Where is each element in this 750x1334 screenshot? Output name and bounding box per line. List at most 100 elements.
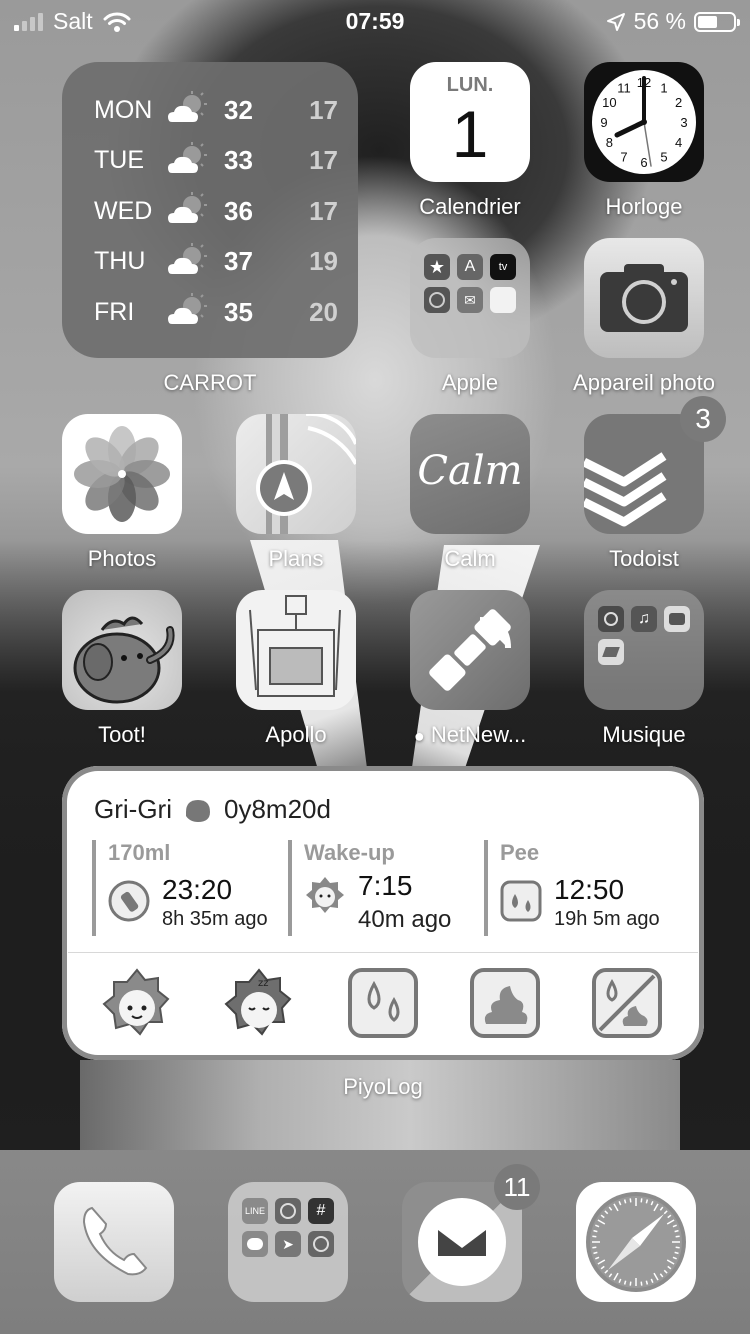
weather-low: 17 [309, 94, 338, 125]
entry-ago: 8h 35m ago [162, 908, 268, 930]
calm-app-icon[interactable]: Calm [410, 414, 530, 534]
weather-high: 37 [224, 246, 253, 276]
music-folder-label: Musique [602, 722, 686, 747]
entry-ago: 19h 5m ago [554, 908, 660, 930]
partly-cloudy-icon [166, 191, 224, 231]
camera-icon [600, 264, 688, 332]
maps-app-icon[interactable] [236, 414, 356, 534]
weather-low: 20 [309, 296, 338, 327]
satellite-icon [429, 609, 511, 691]
partly-cloudy-icon [166, 242, 224, 282]
photos-flower-icon [74, 426, 170, 522]
weather-day-row: THU 37 19 [94, 242, 338, 282]
apollo-app-icon[interactable] [236, 590, 356, 710]
music-folder-icon[interactable]: ♫ [584, 590, 704, 710]
toot-app-icon[interactable] [62, 590, 182, 710]
weather-day: THU [94, 247, 146, 275]
clock-numeral: 1 [660, 80, 667, 95]
clock-label: Horloge [605, 194, 683, 219]
partly-cloudy-icon [166, 141, 224, 181]
clock-numeral: 2 [675, 95, 682, 110]
phone-app-icon[interactable] [54, 1182, 174, 1302]
weather-widget[interactable]: MON 32 17 TUE 33 17 WED 36 17 THU 37 19 FRI 35 20 [62, 62, 358, 358]
pee-entry[interactable]: Pee 12:50 19h 5m ago [484, 840, 690, 936]
clock-numeral: 9 [600, 115, 607, 130]
piyolog-header: Gri-Gri 0y8m20d [94, 794, 331, 825]
calendar-label: Calendrier [419, 194, 521, 219]
weather-day: WED [94, 196, 153, 225]
toot-label: Toot! [98, 722, 146, 747]
chick-icon [185, 799, 210, 822]
clock-numeral: 8 [606, 135, 613, 150]
safari-app-icon[interactable] [576, 1182, 696, 1302]
maps-label: Plans [268, 546, 324, 571]
new-item-dot: ● [413, 726, 425, 746]
weather-low: 19 [309, 246, 338, 276]
compass-icon [586, 1192, 686, 1292]
camera-label: Appareil photo [573, 370, 715, 395]
clock-numeral: 6 [640, 155, 647, 170]
status-bar: Salt 07:59 56 % [0, 0, 750, 40]
apollo-sketch-icon [249, 595, 341, 697]
messages-icon [242, 1231, 268, 1257]
partly-cloudy-icon [166, 90, 224, 130]
music-note-icon: ♫ [631, 606, 657, 632]
netnewswire-label-text: NetNew... [430, 722, 527, 747]
apple-folder-icon[interactable]: ★ A tv ✉ [410, 238, 530, 358]
apollo-label: Apollo [265, 722, 327, 747]
notes-icon [490, 287, 516, 313]
telegram-icon: ➤ [275, 1231, 301, 1257]
todoist-label: Todoist [609, 546, 679, 571]
partly-cloudy-icon [166, 292, 224, 332]
battery-icon [694, 11, 740, 32]
netnewswire-app-icon[interactable] [410, 590, 530, 710]
weather-day: TUE [94, 146, 144, 174]
clock-numeral: 11 [617, 80, 631, 95]
line-icon: LINE [242, 1198, 268, 1224]
clock-numeral: 5 [660, 150, 667, 165]
weather-high: 32 [224, 94, 253, 125]
location-arrow-icon [606, 12, 625, 31]
entry-ago: 40m ago [358, 906, 452, 933]
poop-action-icon[interactable] [468, 966, 542, 1040]
apple-folder-label: Apple [441, 370, 499, 395]
weather-low: 17 [309, 195, 338, 226]
slack-icon: # [308, 1198, 334, 1224]
pee-action-icon[interactable] [346, 966, 420, 1040]
bottle-icon [108, 880, 150, 922]
baby-name: Gri-Gri [94, 794, 172, 824]
apple-tv-icon: tv [490, 254, 516, 280]
todoist-badge: 3 [680, 396, 726, 442]
clock-face-icon: 121234567891011 [592, 70, 696, 174]
wake-up-action-icon[interactable] [100, 966, 174, 1040]
weather-high: 35 [224, 296, 253, 327]
calendar-app-icon[interactable]: LUN. 1 [410, 62, 530, 182]
netnewswire-label: ● NetNew... [385, 722, 555, 748]
entry-caption: Wake-up [304, 840, 395, 865]
podcasts-icon [598, 606, 624, 632]
piyolog-label: PiyoLog [343, 1074, 423, 1099]
calendar-day: 1 [451, 97, 489, 171]
entry-time: 12:50 [554, 874, 625, 905]
calm-label: Calm [444, 546, 496, 571]
piyolog-divider [68, 952, 698, 953]
battery-percentage: 56 % [633, 8, 686, 34]
entry-caption: 170ml [108, 840, 171, 865]
weather-day: MON [94, 95, 153, 124]
no-diaper-action-icon[interactable] [590, 966, 664, 1040]
weather-day-row: FRI 35 20 [94, 292, 338, 332]
wake-up-entry[interactable]: Wake-up 7:15 40m ago [288, 840, 480, 936]
clock-app-icon[interactable]: 121234567891011 [584, 62, 704, 182]
feeding-entry[interactable]: 170ml 23:20 8h 35m ago [92, 840, 284, 936]
weather-high: 33 [224, 145, 253, 175]
weather-widget-label: CARROT [163, 370, 257, 395]
clock-numeral: 7 [620, 150, 627, 165]
piyolog-widget[interactable]: Gri-Gri 0y8m20d 170ml 23:20 8h 35m ago W… [62, 766, 704, 1060]
calendar-weekday: LUN. [446, 74, 494, 96]
mastodon-elephant-icon [73, 616, 175, 704]
sleep-action-icon[interactable]: zz [222, 966, 296, 1040]
photos-app-icon[interactable] [62, 414, 182, 534]
messaging-folder-icon[interactable]: LINE # ➤ [228, 1182, 348, 1302]
signal-app-icon [275, 1198, 301, 1224]
camera-app-icon[interactable] [584, 238, 704, 358]
